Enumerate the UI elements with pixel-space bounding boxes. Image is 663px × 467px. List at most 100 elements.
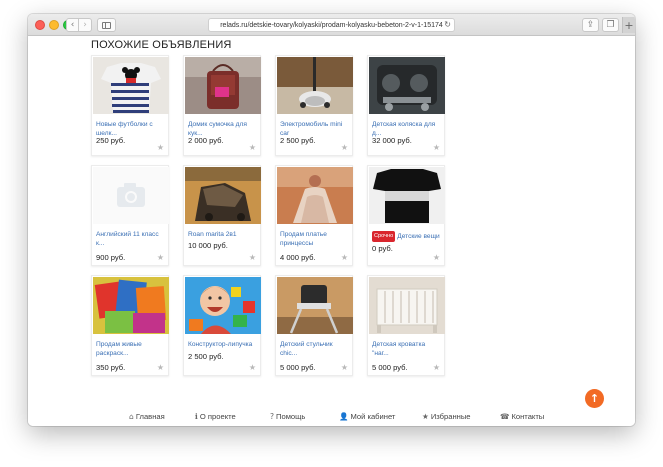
listing-card[interactable]: Электромобиль mini car 2 500 руб. ★ [275,55,353,156]
listing-price: 0 руб. [372,244,393,253]
listing-image[interactable] [369,57,445,114]
urgent-badge: Срочно [372,231,396,242]
listing-card[interactable]: Новые футболки с шелк... 250 руб. ★ [91,55,169,156]
tab-overview-button[interactable]: ❐ [602,18,619,32]
listing-card[interactable]: Срочно Детские вещи 0 руб. ★ [367,165,445,266]
footer-link-help[interactable]: ? Помощь [270,412,305,421]
footer-link-label: О проекте [199,412,236,421]
listing-price: 4 000 руб. [280,253,316,262]
address-bar[interactable]: relads.ru/detskie-tovary/kolyaski/prodam… [208,18,455,32]
listing-price: 2 500 руб. [188,352,224,361]
listing-card[interactable]: Детская коляска для д... 32 000 руб. ★ [367,55,445,156]
sidebar-icon [102,21,111,29]
favorite-star-icon[interactable]: ★ [157,363,164,372]
share-icon: ⇪ [586,19,595,30]
listing-image[interactable] [185,277,261,334]
back-button[interactable]: ‹ [66,18,79,32]
footer-link-label: Контакты [511,412,545,421]
listing-image[interactable] [369,277,445,334]
listing-title[interactable]: Roan marita 2в1 [188,231,258,240]
user-icon: 👤 [339,412,349,421]
listing-price: 5 000 руб. [372,363,408,372]
listing-card[interactable]: Roan marita 2в1 10 000 руб. ★ [183,165,261,266]
tabs-icon: ❐ [606,19,615,30]
footer-link-about[interactable]: ℹО проекте [195,412,236,421]
favorite-star-icon[interactable]: ★ [341,143,348,152]
home-icon: ⌂ [129,412,134,421]
page-content: ПОХОЖИЕ ОБЪЯВЛЕНИЯ Новые футболки с шелк… [28,37,635,426]
footer-link-label: Избранные [430,412,471,421]
listing-card[interactable]: Конструктор-липучка 2 500 руб. ★ [183,275,261,376]
footer-link-contacts[interactable]: ☎ Контакты [500,412,544,421]
listing-image[interactable] [185,57,261,114]
listing-image[interactable] [93,57,169,114]
listing-card[interactable]: Детский стульчик chic... 5 000 руб. ★ [275,275,353,376]
listing-image[interactable] [277,57,353,114]
listing-price: 250 руб. [96,136,126,145]
listing-price: 350 руб. [96,363,126,372]
minimize-window-button[interactable] [49,20,59,30]
forward-button[interactable]: › [79,18,92,32]
listing-image[interactable] [277,167,353,224]
favorite-star-icon[interactable]: ★ [341,363,348,372]
listing-price: 5 000 руб. [280,363,316,372]
listing-card[interactable]: Домик сумочка для кук... 2 000 руб. ★ [183,55,261,156]
favorite-star-icon[interactable]: ★ [157,143,164,152]
new-tab-button[interactable]: + [622,17,635,33]
listing-title[interactable]: Срочно Детские вещи [372,231,442,242]
browser-toolbar: ‹ › relads.ru/detskie-tovary/kolyaski/pr… [28,14,635,36]
favorite-star-icon[interactable]: ★ [433,253,440,262]
listing-price: 32 000 руб. [372,136,412,145]
plus-icon: + [624,18,634,32]
footer-link-label: Помощь [276,412,306,421]
favorite-star-icon[interactable]: ★ [249,143,256,152]
favorite-star-icon[interactable]: ★ [249,363,256,372]
listing-image[interactable] [369,167,445,224]
listing-price: 2 500 руб. [280,136,316,145]
sidebar-toggle-button[interactable] [97,18,116,32]
favorite-star-icon[interactable]: ★ [157,253,164,262]
arrow-up-icon: ↑ [589,392,600,405]
footer-link-account[interactable]: 👤 Мой кабинет [339,412,395,421]
listing-card[interactable]: Английский 11 класс к... 900 руб. ★ [91,165,169,266]
listing-image[interactable] [93,167,169,224]
favorite-star-icon[interactable]: ★ [433,363,440,372]
listing-title[interactable]: Детский стульчик chic... [280,341,350,358]
listing-title[interactable]: Детская кроватка "наг... [372,341,442,358]
footer-link-home[interactable]: ⌂ Главная [129,412,165,421]
footer-link-favorites[interactable]: ★ Избранные [422,412,471,421]
listing-title[interactable]: Продам платье принцессы [280,231,350,248]
reload-icon[interactable]: ↻ [444,20,451,29]
scroll-to-top-button[interactable]: ↑ [585,389,604,408]
info-icon: ℹ [195,412,198,421]
listing-title[interactable]: Продам живые раскраск... [96,341,166,358]
listing-card[interactable]: Продам платье принцессы 4 000 руб. ★ [275,165,353,266]
footer-link-label: Главная [135,412,165,421]
listing-card[interactable]: Продам живые раскраск... 350 руб. ★ [91,275,169,376]
listing-image[interactable] [93,277,169,334]
share-button[interactable]: ⇪ [582,18,599,32]
favorite-star-icon[interactable]: ★ [341,253,348,262]
listing-image[interactable] [185,167,261,224]
favorite-star-icon[interactable]: ★ [249,253,256,262]
phone-icon: ☎ [500,412,510,421]
listing-image[interactable] [277,277,353,334]
section-heading: ПОХОЖИЕ ОБЪЯВЛЕНИЯ [91,39,232,51]
favorite-star-icon[interactable]: ★ [433,143,440,152]
chevron-right-icon: › [83,19,87,30]
listing-price: 10 000 руб. [188,241,228,250]
browser-window: ‹ › relads.ru/detskie-tovary/kolyaski/pr… [28,14,635,426]
close-window-button[interactable] [35,20,45,30]
listing-title-text[interactable]: Детские вещи [397,233,439,240]
chevron-left-icon: ‹ [70,19,75,30]
listing-title[interactable]: Конструктор-липучка [188,341,258,350]
footer-link-label: Мой кабинет [350,412,396,421]
camera-placeholder-icon [93,167,169,224]
listing-price: 2 000 руб. [188,136,224,145]
listing-card[interactable]: Детская кроватка "наг... 5 000 руб. ★ [367,275,445,376]
help-icon: ? [270,412,275,421]
listing-price: 900 руб. [96,253,126,262]
url-text: relads.ru/detskie-tovary/kolyaski/prodam… [220,21,443,29]
star-icon: ★ [422,412,429,421]
listing-title[interactable]: Английский 11 класс к... [96,231,166,248]
